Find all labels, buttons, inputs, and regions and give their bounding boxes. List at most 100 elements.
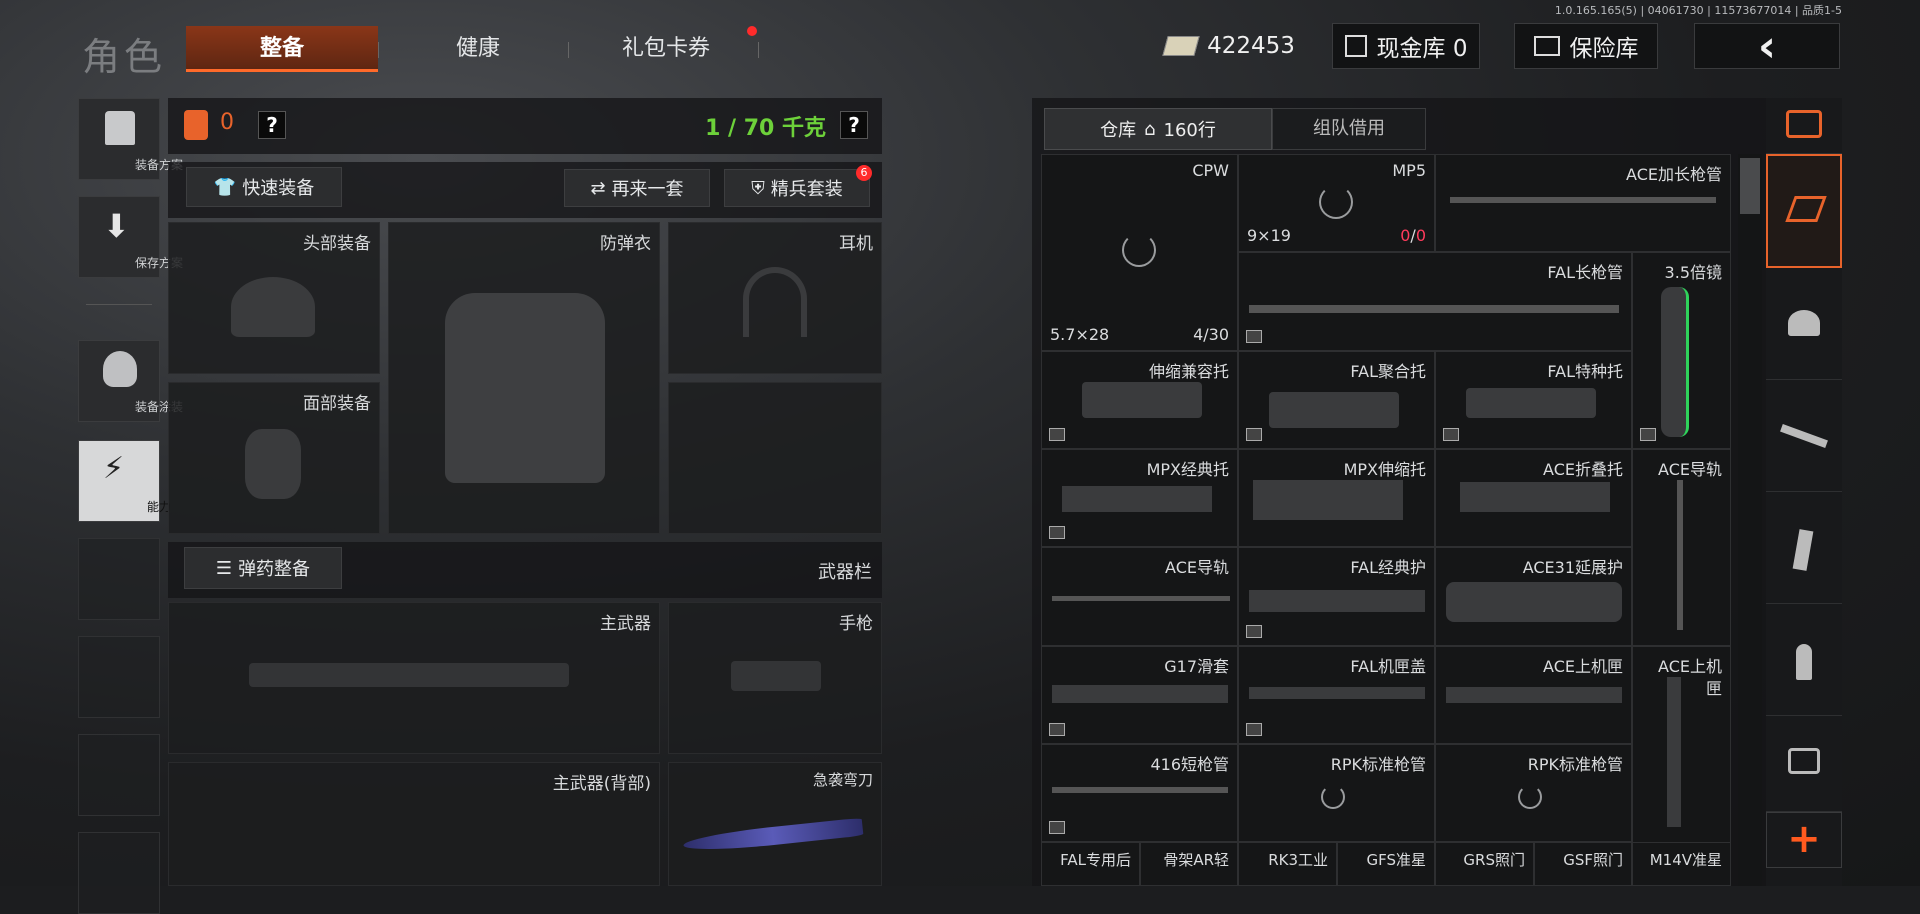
knife-icon — [682, 817, 864, 855]
list-item[interactable]: FAL专用后 — [1041, 842, 1140, 886]
slot-head[interactable]: 头部装备 — [168, 222, 380, 374]
item-ace-rail-vertical[interactable]: ACE导轨 — [1632, 449, 1731, 646]
box-icon — [1246, 723, 1262, 736]
shield-icon: ⛨ — [751, 177, 765, 199]
slot-pistol[interactable]: 手枪 — [668, 602, 882, 754]
quick-equip-button[interactable]: 👕 快速装备 — [186, 167, 342, 207]
tab-gift[interactable]: 礼包卡券 — [578, 26, 754, 72]
list-item[interactable]: GRS照门 — [1435, 842, 1534, 886]
sidebar-item-ability[interactable]: ⚡ 能力 — [78, 440, 171, 522]
version-text: 1.0.165.165(5) | 04061730 | 11573677014 … — [1554, 4, 1842, 17]
slot-primary-back[interactable]: 主武器(背部) — [168, 762, 660, 886]
ability-icon: ⚡ — [103, 451, 125, 486]
stock-icon — [1253, 480, 1403, 520]
item-416-short-barrel[interactable]: 416短枪管 — [1041, 744, 1238, 842]
retry-button[interactable]: ⇄ 再来一套 — [564, 169, 710, 207]
empty-slot — [78, 832, 160, 914]
item-ace31-handguard[interactable]: ACE31延展护 — [1435, 547, 1632, 646]
list-item[interactable]: GFS准星 — [1337, 842, 1435, 886]
box-icon — [1443, 428, 1459, 441]
item-g17-slide[interactable]: G17滑套 — [1041, 646, 1238, 744]
sidebar-item-loadout-plan[interactable]: 装备方案 — [78, 98, 183, 180]
item-rpk-barrel[interactable]: RPK标准枪管 — [1435, 744, 1632, 842]
divider — [378, 42, 379, 58]
handguard-icon — [1446, 582, 1622, 622]
vault-icon — [1344, 35, 1367, 57]
item-ace-fold-stock[interactable]: ACE折叠托 — [1435, 449, 1632, 547]
tab-storage[interactable]: 仓库 ⌂ 160行 — [1044, 108, 1272, 150]
stock-icon — [1460, 482, 1610, 512]
list-item[interactable]: M14V准星 — [1632, 842, 1731, 886]
item-ace-upper-receiver[interactable]: ACE上机匣 — [1435, 646, 1632, 744]
slot-headset[interactable]: 耳机 — [668, 222, 882, 374]
cover-icon — [1249, 687, 1425, 699]
item-mp5[interactable]: MP5 9×19 0/0 — [1238, 154, 1435, 252]
list-item[interactable]: 骨架AR轻 — [1140, 842, 1238, 886]
slot-vest[interactable]: 防弹衣 — [388, 222, 660, 534]
loadout-status-bar: 0 ? 1 / 70 千克 ? — [168, 98, 882, 154]
scrollbar-thumb[interactable] — [1740, 158, 1760, 214]
item-ace-long-barrel[interactable]: ACE加长枪管 — [1435, 154, 1731, 252]
help-icon[interactable]: ? — [840, 111, 868, 139]
loading-icon — [1122, 233, 1156, 267]
item-ace-upper-receiver-vertical[interactable]: ACE上机 匣 — [1632, 646, 1731, 843]
rifle-icon — [249, 663, 569, 687]
ammo-equip-button[interactable]: ☰ 弹药整备 — [184, 547, 342, 589]
tab-helmets[interactable] — [1766, 268, 1842, 380]
slot-primary-weapon[interactable]: 主武器 — [168, 602, 660, 754]
tab-all-items[interactable] — [1766, 154, 1842, 268]
item-fal-long-barrel[interactable]: FAL长枪管 — [1238, 252, 1632, 351]
box-icon — [1049, 526, 1065, 539]
sidebar-item-save-plan[interactable]: ⬇ 保存方案 — [78, 196, 183, 278]
tab-magazines[interactable] — [1766, 492, 1842, 604]
download-icon: ⬇ — [103, 207, 130, 245]
item-fal-special-stock[interactable]: FAL特种托 — [1435, 351, 1632, 449]
item-ace-rail[interactable]: ACE导轨 — [1041, 547, 1238, 646]
elite-set-button[interactable]: ⛨ 精兵套装 — [724, 169, 870, 207]
receiver-icon — [1667, 677, 1681, 827]
tab-ammo[interactable] — [1766, 604, 1842, 716]
tab-weapons[interactable] — [1766, 380, 1842, 492]
box-icon — [1246, 625, 1262, 638]
tab-team-borrow[interactable]: 组队借用 — [1272, 108, 1426, 150]
rail-icon — [1052, 596, 1230, 601]
item-cpw[interactable]: CPW 5.7×28 4/30 — [1041, 154, 1238, 351]
rifle-icon — [1780, 424, 1828, 448]
empty-slot — [78, 734, 160, 816]
tab-sort[interactable] — [1766, 98, 1842, 154]
plus-icon: + — [1787, 816, 1821, 862]
tab-health[interactable]: 健康 — [388, 26, 568, 72]
refresh-icon: ⇄ — [590, 177, 606, 199]
tab-equip[interactable]: 整备 — [186, 26, 378, 72]
back-button[interactable]: ‹ — [1694, 21, 1840, 72]
slot-knife[interactable]: 急袭弯刀 — [668, 762, 882, 886]
list-item[interactable]: RK3工业 — [1238, 842, 1337, 886]
scrollbar-track[interactable] — [1738, 154, 1762, 886]
empty-slot — [78, 636, 160, 718]
item-fal-handguard[interactable]: FAL经典护 — [1238, 547, 1435, 646]
item-rpk-barrel[interactable]: RPK标准枪管 — [1238, 744, 1435, 842]
pistol-icon — [731, 661, 821, 691]
mask-icon — [245, 429, 301, 499]
shirt-icon: 👕 — [213, 176, 237, 198]
help-icon[interactable]: ? — [258, 111, 286, 139]
cash-vault-button[interactable]: 现金库 0 — [1332, 23, 1480, 69]
sidebar-item-skin[interactable]: 装备涂装 — [78, 340, 183, 422]
box-icon — [1246, 428, 1262, 441]
slot-face[interactable]: 面部装备 — [168, 382, 380, 534]
add-button[interactable]: + — [1766, 812, 1842, 868]
item-mpx-tele-stock[interactable]: MPX伸缩托 — [1238, 449, 1435, 547]
stock-icon — [1269, 392, 1399, 428]
slide-icon — [1052, 685, 1228, 703]
item-scope[interactable]: 3.5倍镜 — [1632, 252, 1731, 449]
page-title: 角色 — [82, 35, 167, 79]
tab-attachments[interactable] — [1766, 716, 1842, 812]
bullet-icon — [1796, 644, 1812, 680]
insurance-vault-button[interactable]: 保险库 — [1514, 23, 1658, 69]
item-mpx-classic-stock[interactable]: MPX经典托 — [1041, 449, 1238, 547]
list-item[interactable]: GSF照门 — [1534, 842, 1632, 886]
item-stock[interactable]: 伸缩兼容托 — [1041, 351, 1238, 449]
loading-icon — [1319, 185, 1353, 219]
item-fal-poly-stock[interactable]: FAL聚合托 — [1238, 351, 1435, 449]
item-fal-receiver-cover[interactable]: FAL机匣盖 — [1238, 646, 1435, 744]
